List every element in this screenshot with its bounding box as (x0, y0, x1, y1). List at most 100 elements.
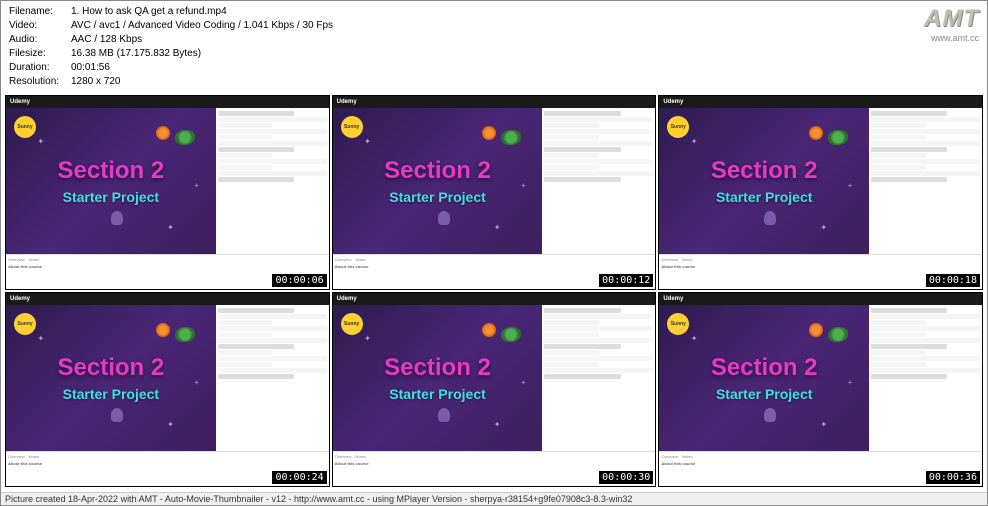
udemy-brand: Udemy (10, 99, 30, 105)
about-header: About this course (335, 264, 654, 269)
list-item (544, 177, 620, 182)
list-item (218, 332, 272, 337)
section-subtitle: Starter Project (63, 189, 159, 205)
sunny-badge-icon: Sunny (14, 116, 36, 138)
list-item (218, 129, 327, 134)
video-header-bar: Udemy (6, 293, 329, 305)
section-subtitle: Starter Project (389, 386, 485, 402)
list-item (218, 326, 327, 331)
tab-item: Overview (661, 257, 678, 262)
udemy-brand: Udemy (663, 296, 683, 302)
udemy-brand: Udemy (337, 296, 357, 302)
video-header-bar: Udemy (659, 96, 982, 108)
list-item (871, 135, 925, 140)
video-header-bar: Udemy (333, 96, 656, 108)
list-item (871, 117, 980, 122)
sparkle-icon: + (521, 181, 526, 190)
sparkle-icon: ✦ (167, 420, 174, 429)
sidebar-header (544, 308, 620, 313)
list-item (544, 344, 620, 349)
section-subtitle: Starter Project (716, 189, 812, 205)
list-item (871, 314, 980, 319)
list-item (218, 350, 272, 355)
video-label: Video: (9, 19, 71, 33)
list-item (871, 374, 947, 379)
tab-item: Notes (29, 257, 39, 262)
thumbnail-5[interactable]: Udemy Sunny ✦ ✦ + Section 2 Starter Proj… (332, 292, 657, 487)
list-item (544, 374, 620, 379)
video-value: AVC / avc1 / Advanced Video Coding / 1.0… (71, 19, 333, 33)
course-content-panel (216, 108, 329, 254)
thumb-body: Sunny ✦ ✦ + Section 2 Starter Project (333, 305, 656, 451)
list-item (544, 147, 620, 152)
sparkle-icon: ✦ (37, 334, 44, 343)
sparkle-icon: ✦ (820, 420, 827, 429)
course-content-panel (869, 305, 982, 451)
section-title: Section 2 (711, 157, 818, 185)
sparkle-icon: ✦ (494, 223, 501, 232)
course-content-panel (869, 108, 982, 254)
thumbnail-6[interactable]: Udemy Sunny ✦ ✦ + Section 2 Starter Proj… (658, 292, 983, 487)
about-header: About this course (8, 264, 327, 269)
list-item (218, 320, 272, 325)
sparkle-icon: ✦ (364, 334, 371, 343)
list-item (218, 177, 294, 182)
jellyfish-icon (764, 211, 776, 225)
list-item (218, 117, 327, 122)
sidebar-header (871, 111, 947, 116)
sparkle-icon: + (521, 378, 526, 387)
jellyfish-icon (111, 211, 123, 225)
list-item (544, 338, 653, 343)
list-item (871, 368, 980, 373)
timestamp-badge: 00:00:06 (272, 274, 326, 287)
list-item (871, 147, 947, 152)
list-item (871, 344, 947, 349)
list-item (871, 338, 980, 343)
course-content-panel (216, 305, 329, 451)
jellyfish-icon (438, 211, 450, 225)
list-item (544, 356, 653, 361)
udemy-brand: Udemy (337, 99, 357, 105)
jellyfish-icon (764, 408, 776, 422)
list-item (218, 165, 272, 170)
tab-item: Overview (335, 454, 352, 459)
filesize-value: 16.38 MB (17.175.832 Bytes) (71, 47, 201, 61)
section-subtitle: Starter Project (716, 386, 812, 402)
tab-item: Overview (335, 257, 352, 262)
list-item (871, 153, 925, 158)
thumbnail-1[interactable]: Udemy Sunny ✦ ✦ + Section 2 Starter Proj… (5, 95, 330, 290)
list-item (544, 171, 653, 176)
sparkle-icon: ✦ (820, 223, 827, 232)
tab-item: Notes (682, 257, 692, 262)
sunny-badge-icon: Sunny (14, 313, 36, 335)
sparkle-icon: + (194, 181, 199, 190)
thumbnail-4[interactable]: Udemy Sunny ✦ ✦ + Section 2 Starter Proj… (5, 292, 330, 487)
course-content-panel (542, 108, 655, 254)
list-item (544, 117, 653, 122)
thumbnail-3[interactable]: Udemy Sunny ✦ ✦ + Section 2 Starter Proj… (658, 95, 983, 290)
tab-item: Notes (29, 454, 39, 459)
filesize-label: Filesize: (9, 47, 71, 61)
about-header: About this course (661, 264, 980, 269)
bottom-tabs: Overview Notes (661, 454, 980, 459)
list-item (218, 374, 294, 379)
jellyfish-icon (111, 408, 123, 422)
list-item (544, 159, 653, 164)
logo-text: AMT (924, 5, 979, 33)
bottom-tabs: Overview Notes (335, 257, 654, 262)
udemy-brand: Udemy (663, 99, 683, 105)
list-item (218, 314, 327, 319)
tab-item: Overview (8, 257, 25, 262)
course-content-panel (542, 305, 655, 451)
sparkle-icon: ✦ (494, 420, 501, 429)
video-preview: Sunny ✦ ✦ + Section 2 Starter Project (6, 305, 216, 451)
list-item (544, 326, 653, 331)
thumbnail-2[interactable]: Udemy Sunny ✦ ✦ + Section 2 Starter Proj… (332, 95, 657, 290)
section-title: Section 2 (384, 157, 491, 185)
list-item (218, 338, 327, 343)
list-item (218, 362, 272, 367)
video-header-bar: Udemy (6, 96, 329, 108)
sunny-badge-icon: Sunny (341, 313, 363, 335)
video-preview: Sunny ✦ ✦ + Section 2 Starter Project (333, 108, 543, 254)
timestamp-badge: 00:00:36 (926, 471, 980, 484)
